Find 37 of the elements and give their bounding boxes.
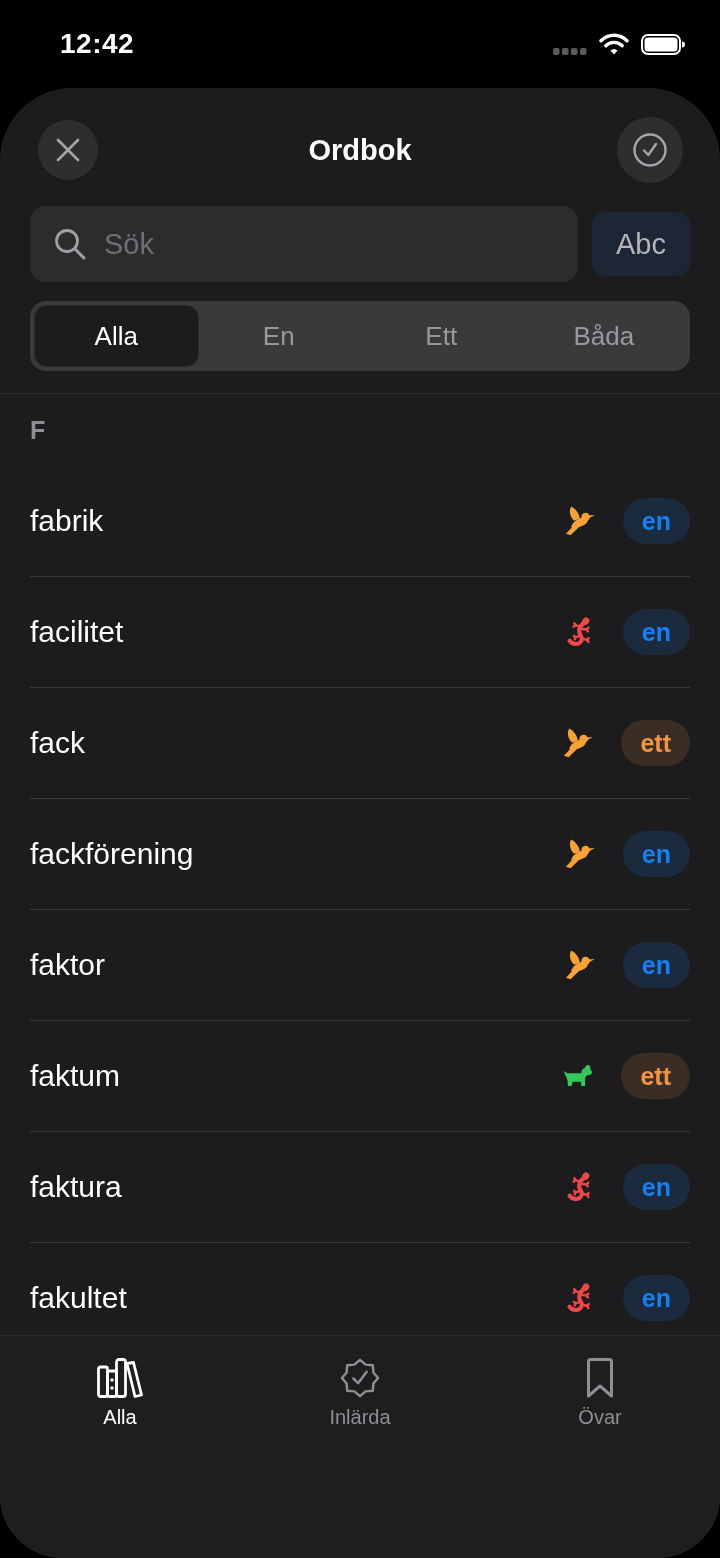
tab-bar-item[interactable]: Inlärda bbox=[329, 1358, 391, 1429]
article-badge: en bbox=[622, 942, 690, 988]
abc-button[interactable]: Abc bbox=[592, 212, 690, 276]
word-label: faktura bbox=[30, 1170, 123, 1204]
segment-tab[interactable]: Båda bbox=[522, 306, 685, 366]
article-badge: ett bbox=[621, 1053, 690, 1099]
seal-check-icon bbox=[339, 1358, 381, 1398]
article-badge: en bbox=[622, 831, 690, 877]
article-badge: en bbox=[622, 1275, 690, 1321]
bookmark-icon bbox=[586, 1358, 614, 1398]
word-label: fabrik bbox=[30, 504, 105, 538]
close-icon bbox=[56, 138, 80, 162]
sheet-title: Ordbok bbox=[308, 133, 412, 167]
article-badge: en bbox=[622, 1164, 690, 1210]
word-label: facilitet bbox=[30, 615, 125, 649]
tab-bar-item[interactable]: Övar bbox=[578, 1358, 622, 1429]
tab-bar-item[interactable]: Alla bbox=[97, 1358, 143, 1429]
books-icon bbox=[97, 1358, 143, 1398]
search-icon bbox=[54, 228, 86, 260]
article-badge: ett bbox=[621, 720, 690, 766]
article-badge: en bbox=[622, 609, 690, 655]
wifi-icon bbox=[599, 32, 629, 56]
word-label: fakultet bbox=[30, 1281, 128, 1315]
word-label: fack bbox=[30, 726, 87, 760]
segment-tab[interactable]: En bbox=[197, 306, 360, 366]
word-label: fackförening bbox=[30, 837, 195, 871]
segment-tab[interactable]: Alla bbox=[35, 306, 198, 366]
search-field[interactable]: Sök bbox=[30, 206, 578, 282]
article-badge: en bbox=[622, 498, 690, 544]
word-label: faktor bbox=[30, 948, 107, 982]
signal-icon bbox=[553, 47, 587, 55]
battery-icon bbox=[641, 33, 685, 55]
section-header: F bbox=[30, 415, 46, 445]
word-label: faktum bbox=[30, 1059, 122, 1093]
status-time: 12:42 bbox=[60, 28, 135, 60]
checkmark-circle-icon bbox=[633, 133, 667, 167]
segment-tab[interactable]: Ett bbox=[360, 306, 523, 366]
